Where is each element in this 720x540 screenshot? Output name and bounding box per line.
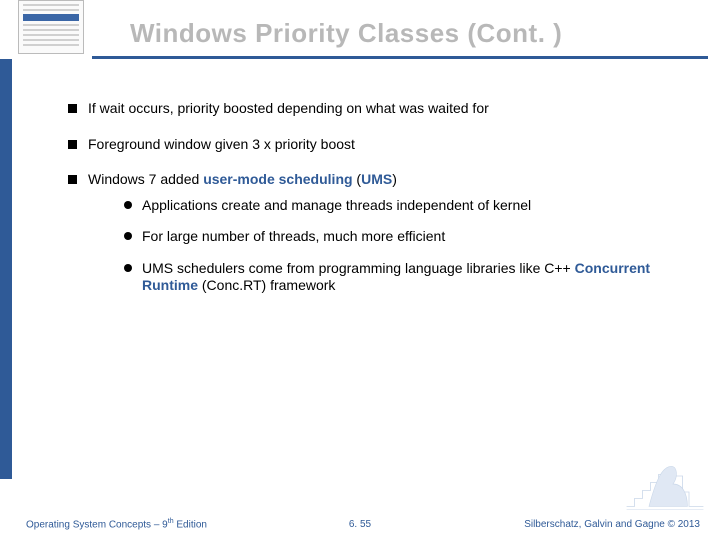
bullet-2: Foreground window given 3 x priority boo… — [60, 136, 690, 154]
sub-bullet-2: For large number of threads, much more e… — [122, 228, 690, 246]
slide-thumbnail — [18, 0, 84, 54]
footer-copyright: Silberschatz, Galvin and Gagne © 2013 — [524, 519, 700, 530]
slide-title: Windows Priority Classes (Cont. ) — [130, 18, 700, 49]
bullet-3-text-pre: Windows 7 added — [88, 171, 203, 187]
bullet-1: If wait occurs, priority boosted dependi… — [60, 100, 690, 118]
bullet-3-text-mid: ( — [353, 171, 362, 187]
sub-bullet-3-post: (Conc.RT) framework — [198, 277, 335, 293]
sub-bullet-1: Applications create and manage threads i… — [122, 197, 690, 215]
bullet-3: Windows 7 added user-mode scheduling (UM… — [60, 171, 690, 295]
title-underline — [92, 56, 708, 59]
left-color-bar — [0, 59, 12, 479]
sub-bullets: Applications create and manage threads i… — [122, 197, 690, 295]
footer: Operating System Concepts – 9th Edition … — [0, 512, 720, 534]
keyword-ums-long: user-mode scheduling — [203, 171, 352, 187]
dinosaur-watermark-icon — [624, 460, 706, 516]
slide: Windows Priority Classes (Cont. ) If wai… — [0, 0, 720, 540]
sub-bullet-3: UMS schedulers come from programming lan… — [122, 260, 690, 295]
keyword-ums: UMS — [361, 171, 392, 187]
content-area: If wait occurs, priority boosted dependi… — [60, 100, 690, 313]
bullet-3-text-post: ) — [392, 171, 397, 187]
sub-bullet-3-pre: UMS schedulers come from programming lan… — [142, 260, 575, 276]
